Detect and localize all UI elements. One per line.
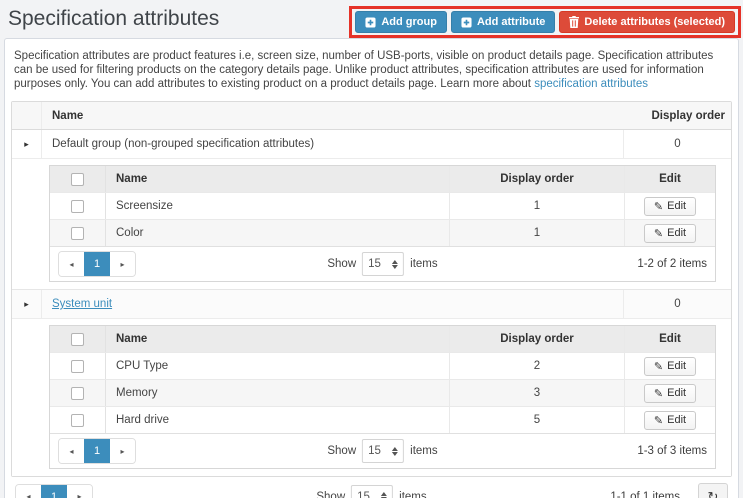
pencil-icon: ✎ (653, 200, 664, 213)
select-spinner-icon (381, 492, 388, 498)
pager-prev-button[interactable]: ◂ (16, 484, 41, 498)
annotation-highlight-box: Add group Add attribute Delete attribute… (349, 6, 741, 38)
pager-page-button[interactable]: 1 (41, 484, 67, 498)
group-row-system-unit: ▸ System unit 0 (12, 290, 731, 319)
display-order-column-header: Display order (450, 166, 625, 192)
trash-icon (569, 16, 580, 28)
pager-status: 1-2 of 2 items (637, 258, 707, 270)
select-all-checkbox[interactable] (71, 172, 84, 186)
pager-status: 1-3 of 3 items (637, 445, 707, 457)
grid-header-row: Name Display order (12, 102, 731, 130)
items-label: items (399, 490, 427, 498)
refresh-button[interactable]: ↻ (698, 483, 728, 498)
subgrid-pager: ◂ 1 ▸ Show 15 items 1-2 of 2 items (50, 246, 715, 281)
items-label: items (410, 258, 438, 270)
attribute-name: Hard drive (106, 407, 450, 433)
pager-prev-button[interactable]: ◂ (59, 252, 84, 276)
group-detail-system-unit: Name Display order Edit CPU Type 2 ✎ Edi… (12, 319, 731, 476)
attribute-display-order: 2 (450, 353, 625, 379)
pager-next-button[interactable]: ▸ (110, 439, 135, 463)
edit-button[interactable]: ✎ Edit (643, 356, 697, 376)
attribute-display-order: 1 (450, 193, 625, 219)
expand-caret-icon[interactable]: ▸ (24, 139, 29, 149)
content-header: Specification attributes Add group Add a… (0, 0, 743, 38)
add-group-button[interactable]: Add group (355, 11, 447, 33)
row-checkbox[interactable] (71, 359, 84, 373)
page-size-select[interactable]: 15 (362, 439, 405, 463)
page-title: Specification attributes (8, 7, 220, 30)
attributes-subgrid: Name Display order Edit Screensize 1 ✎ E… (49, 165, 716, 282)
items-label: items (410, 445, 438, 457)
group-display-order: 0 (623, 290, 731, 318)
edit-column-header: Edit (659, 173, 681, 185)
group-row-default: ▸ Default group (non-grouped specificati… (12, 130, 731, 159)
attribute-name: Screensize (106, 193, 450, 219)
group-display-order: 0 (623, 130, 731, 158)
attribute-display-order: 1 (450, 220, 625, 246)
page-size-select[interactable]: 15 (351, 484, 394, 498)
pencil-icon: ✎ (653, 227, 664, 240)
specification-attributes-grid: Name Display order ▸ Default group (non-… (11, 101, 732, 477)
attribute-row: Hard drive 5 ✎ Edit (50, 406, 715, 433)
attribute-display-order: 3 (450, 380, 625, 406)
pencil-icon: ✎ (653, 360, 664, 373)
pager-status: 1-1 of 1 items (610, 490, 680, 498)
select-all-checkbox[interactable] (71, 332, 84, 346)
subgrid-header-row: Name Display order Edit (50, 166, 715, 192)
pencil-icon: ✎ (653, 387, 664, 400)
row-checkbox[interactable] (71, 199, 84, 213)
name-column-header: Name (106, 326, 450, 352)
row-checkbox[interactable] (71, 386, 84, 400)
page-size-select[interactable]: 15 (362, 252, 405, 276)
row-checkbox[interactable] (71, 413, 84, 427)
display-order-column-header: Display order (450, 326, 625, 352)
edit-column-header: Edit (659, 333, 681, 345)
pager-page-button[interactable]: 1 (84, 252, 110, 276)
name-column-header: Name (52, 109, 84, 122)
attribute-name: CPU Type (106, 353, 450, 379)
pencil-icon: ✎ (653, 414, 664, 427)
attribute-name: Color (106, 220, 450, 246)
show-label: Show (327, 445, 357, 457)
add-attribute-button[interactable]: Add attribute (450, 11, 556, 33)
pager-next-button[interactable]: ▸ (67, 484, 92, 498)
group-name: Default group (non-grouped specification… (52, 138, 315, 150)
delete-attributes-button[interactable]: Delete attributes (selected) (559, 11, 735, 33)
pager-next-button[interactable]: ▸ (110, 252, 135, 276)
select-spinner-icon (392, 259, 399, 269)
attribute-name: Memory (106, 380, 450, 406)
show-label: Show (316, 490, 346, 498)
subgrid-pager: ◂ 1 ▸ Show 15 items 1-3 of 3 items (50, 433, 715, 468)
description-text: Specification attributes are product fea… (14, 49, 729, 91)
refresh-icon: ↻ (707, 488, 719, 498)
row-checkbox[interactable] (71, 226, 84, 240)
specification-attributes-link[interactable]: specification attributes (534, 78, 648, 90)
edit-button[interactable]: ✎ Edit (643, 223, 697, 243)
attribute-row: CPU Type 2 ✎ Edit (50, 352, 715, 379)
content-card: Specification attributes are product fea… (4, 38, 739, 498)
expand-caret-icon[interactable]: ▸ (24, 299, 29, 309)
attribute-row: Color 1 ✎ Edit (50, 219, 715, 246)
show-label: Show (327, 258, 357, 270)
attribute-display-order: 5 (450, 407, 625, 433)
edit-button[interactable]: ✎ Edit (643, 196, 697, 216)
group-name-link[interactable]: System unit (52, 298, 112, 310)
pager-page-button[interactable]: 1 (84, 439, 110, 463)
pager-prev-button[interactable]: ◂ (59, 439, 84, 463)
edit-button[interactable]: ✎ Edit (643, 410, 697, 430)
plus-square-icon (461, 16, 472, 28)
edit-button[interactable]: ✎ Edit (643, 383, 697, 403)
select-spinner-icon (392, 446, 399, 456)
attribute-row: Screensize 1 ✎ Edit (50, 192, 715, 219)
expand-column-header (12, 102, 42, 129)
main-grid-pager: ◂ 1 ▸ Show 15 items 1-1 of 1 items ↻ (11, 477, 732, 498)
name-column-header: Name (106, 166, 450, 192)
display-order-column-header: Display order (651, 109, 726, 122)
attribute-row: Memory 3 ✎ Edit (50, 379, 715, 406)
attributes-subgrid: Name Display order Edit CPU Type 2 ✎ Edi… (49, 325, 716, 469)
subgrid-header-row: Name Display order Edit (50, 326, 715, 352)
group-detail-default: Name Display order Edit Screensize 1 ✎ E… (12, 159, 731, 290)
plus-square-icon (365, 16, 376, 28)
